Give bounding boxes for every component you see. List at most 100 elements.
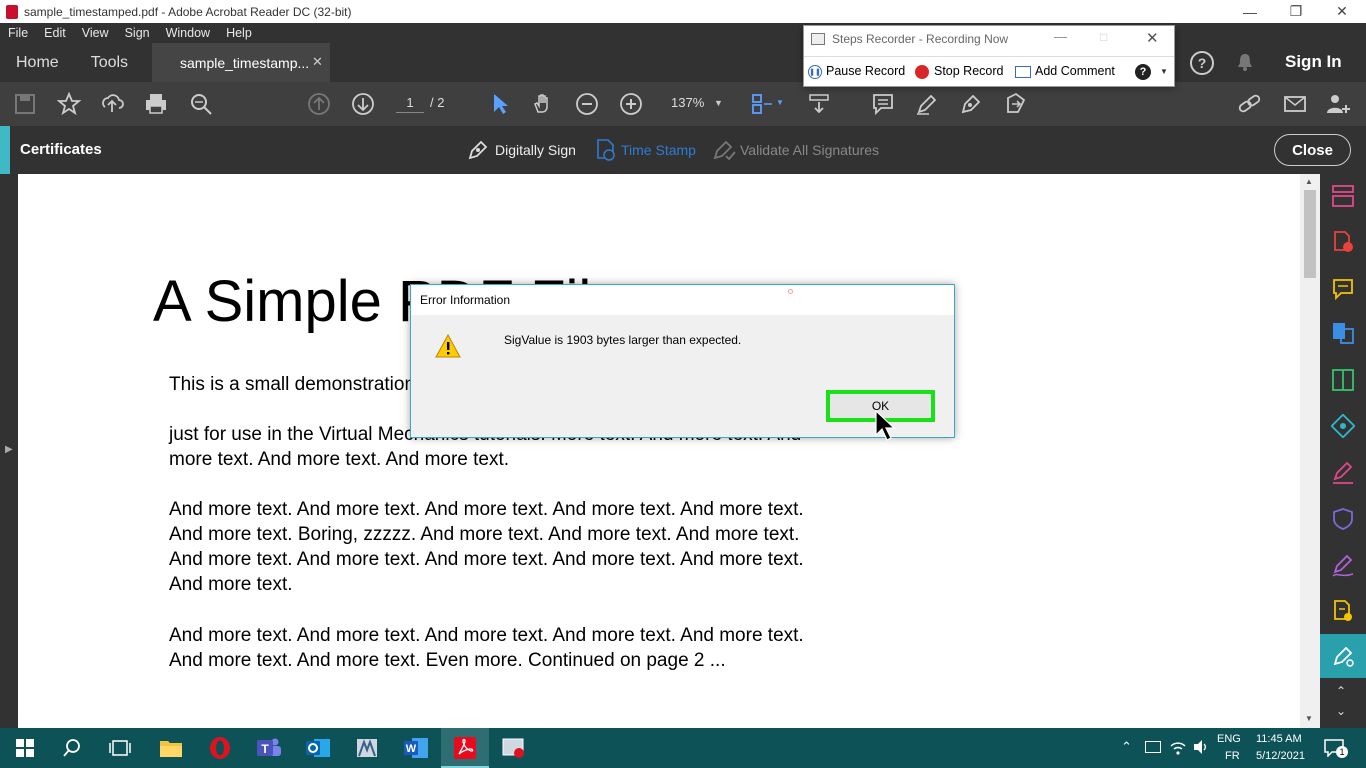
task-view-icon[interactable] <box>106 734 134 762</box>
digitally-sign-button[interactable]: Digitally Sign <box>495 142 576 158</box>
export-pdf-icon[interactable] <box>1331 321 1355 345</box>
document-paragraph-4: And more text. And more text. And more t… <box>169 625 804 671</box>
file-explorer-icon[interactable] <box>157 734 185 762</box>
minimize-button[interactable]: — <box>1227 0 1273 23</box>
comment-tool-icon[interactable] <box>1331 277 1355 301</box>
request-signature-icon[interactable] <box>1331 554 1355 578</box>
send-for-review-icon[interactable] <box>1331 599 1355 623</box>
opera-icon[interactable] <box>206 734 234 762</box>
layout-dropdown-icon[interactable]: ▼ <box>776 98 784 107</box>
language-primary[interactable]: ENG <box>1217 733 1241 745</box>
steps-dropdown-icon[interactable]: ▼ <box>1160 67 1168 76</box>
help-icon[interactable]: ? <box>1190 51 1214 75</box>
steps-maximize-button[interactable]: □ <box>1100 30 1107 44</box>
left-panel-collapsed: ▶ <box>0 174 18 728</box>
page-up-icon[interactable] <box>306 91 332 117</box>
windows-start-icon[interactable] <box>11 734 39 762</box>
error-message: SigValue is 1903 bytes larger than expec… <box>504 333 742 347</box>
pause-record-button[interactable]: Pause Record <box>826 64 905 78</box>
word-icon[interactable]: W <box>402 734 430 762</box>
email-icon[interactable] <box>1282 91 1308 117</box>
add-comment-button[interactable]: Add Comment <box>1035 64 1115 78</box>
menu-file[interactable]: File <box>0 26 36 40</box>
highlight-pen-icon[interactable] <box>914 91 940 117</box>
panel-scroll-down-icon[interactable]: ⌄ <box>1336 704 1346 718</box>
menu-window[interactable]: Window <box>158 26 218 40</box>
zoom-level[interactable]: 137% <box>671 95 704 110</box>
teams-icon[interactable]: T <box>255 734 283 762</box>
tab-home[interactable]: Home <box>0 54 75 72</box>
clock-date[interactable]: 5/12/2021 <box>1256 750 1305 762</box>
create-pdf-icon[interactable] <box>1331 230 1355 254</box>
tab-document[interactable]: sample_timestamp... ✕ <box>152 43 330 82</box>
scrollbar-thumb[interactable] <box>1304 190 1316 278</box>
battery-icon[interactable] <box>1145 741 1161 753</box>
comment-icon[interactable] <box>870 91 896 117</box>
close-tool-button[interactable]: Close <box>1274 134 1351 166</box>
vertical-scrollbar[interactable]: ▲ ▼ <box>1300 174 1320 728</box>
page-total: / 2 <box>430 95 445 110</box>
expand-left-panel-icon[interactable]: ▶ <box>5 444 13 455</box>
stop-icon <box>915 65 929 79</box>
steps-minimize-button[interactable]: — <box>1054 29 1067 44</box>
sign-in-button[interactable]: Sign In <box>1285 52 1342 72</box>
recording-app-icon[interactable] <box>500 734 528 762</box>
acrobat-taskbar-icon[interactable] <box>451 734 479 762</box>
close-tab-icon[interactable]: ✕ <box>312 54 323 70</box>
taskbar <box>0 728 1366 768</box>
edit-pdf-icon[interactable] <box>1331 368 1355 392</box>
steps-recorder-taskbar-icon[interactable] <box>353 734 381 762</box>
bell-icon[interactable] <box>1236 52 1254 72</box>
restore-button[interactable]: ❐ <box>1273 0 1319 23</box>
page-number-input[interactable]: 1 <box>396 95 424 113</box>
tab-tools[interactable]: Tools <box>75 54 144 72</box>
steps-help-icon[interactable]: ? <box>1135 64 1151 80</box>
time-stamp-button[interactable]: Time Stamp <box>621 142 696 158</box>
hand-tool-icon[interactable] <box>530 91 556 117</box>
certificates-tool-active[interactable] <box>1320 634 1366 678</box>
zoom-search-icon[interactable] <box>188 91 214 117</box>
wifi-icon[interactable] <box>1169 738 1187 756</box>
steps-close-button[interactable]: ✕ <box>1146 29 1159 47</box>
upload-icon[interactable] <box>99 91 125 117</box>
zoom-out-icon[interactable] <box>574 91 600 117</box>
notification-count-badge: 1 <box>1336 746 1348 758</box>
show-hidden-icons-icon[interactable]: ⌃ <box>1121 739 1132 755</box>
print-icon[interactable] <box>143 91 169 117</box>
scroll-down-arrow-icon[interactable]: ▼ <box>1305 714 1313 723</box>
zoom-dropdown-icon[interactable]: ▼ <box>714 98 723 108</box>
protect-icon[interactable] <box>1331 507 1355 531</box>
document-paragraph-3: And more text. And more text. And more t… <box>169 499 804 595</box>
add-comment-icon <box>1015 66 1031 78</box>
bookmark-star-icon[interactable] <box>56 91 82 117</box>
dialog-close-indicator[interactable] <box>788 289 793 294</box>
menu-view[interactable]: View <box>74 26 117 40</box>
page-layout-icon[interactable] <box>750 91 776 117</box>
menu-sign[interactable]: Sign <box>117 26 158 40</box>
language-secondary[interactable]: FR <box>1225 750 1240 762</box>
menu-help[interactable]: Help <box>218 26 260 40</box>
scan-ocr-icon[interactable] <box>1330 413 1356 439</box>
fill-sign-tool-icon[interactable] <box>1331 461 1355 485</box>
organize-pages-icon[interactable] <box>1331 184 1355 208</box>
page-down-icon[interactable] <box>350 91 376 117</box>
outlook-icon[interactable] <box>304 734 332 762</box>
link-icon[interactable] <box>1237 91 1263 117</box>
share-sign-icon[interactable] <box>1002 91 1028 117</box>
panel-scroll-up-icon[interactable]: ⌃ <box>1336 684 1346 698</box>
save-icon[interactable] <box>12 91 38 117</box>
add-user-icon[interactable] <box>1325 91 1351 117</box>
scroll-up-arrow-icon[interactable]: ▲ <box>1305 177 1313 186</box>
menu-edit[interactable]: Edit <box>36 26 74 40</box>
time-stamp-icon <box>595 138 617 162</box>
clock-time[interactable]: 11:45 AM <box>1256 733 1302 745</box>
stop-record-button[interactable]: Stop Record <box>934 64 1003 78</box>
close-window-button[interactable]: ✕ <box>1319 0 1365 23</box>
fill-sign-icon[interactable] <box>958 91 984 117</box>
volume-icon[interactable] <box>1192 738 1210 756</box>
search-icon[interactable] <box>58 734 86 762</box>
validate-all-signatures-button[interactable]: Validate All Signatures <box>740 142 879 158</box>
select-cursor-icon[interactable] <box>487 91 513 117</box>
scroll-mode-icon[interactable] <box>806 91 832 117</box>
zoom-in-icon[interactable] <box>618 91 644 117</box>
